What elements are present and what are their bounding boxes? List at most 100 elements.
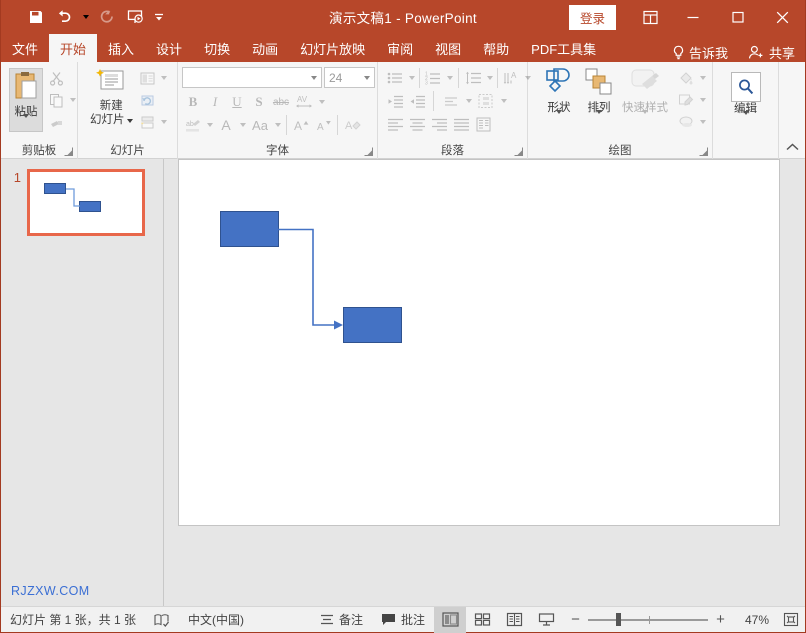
zoom-percentage[interactable]: 47%: [733, 613, 769, 627]
numbering-dropdown-icon[interactable]: [444, 67, 455, 89]
quick-styles-dropdown-icon[interactable]: [642, 114, 648, 127]
grow-font-button[interactable]: A: [290, 114, 312, 136]
copy-icon[interactable]: [45, 89, 67, 111]
new-slide-button[interactable]: 新建 幻灯片: [86, 65, 137, 127]
numbering-button[interactable]: 123: [422, 67, 444, 89]
increase-indent-button[interactable]: [406, 90, 428, 112]
align-right-button[interactable]: [428, 113, 450, 135]
shape-fill-dropdown-icon[interactable]: [697, 67, 708, 89]
customize-qat-icon[interactable]: [150, 4, 168, 30]
tab-view[interactable]: 视图: [424, 34, 472, 62]
font-color-dropdown-icon[interactable]: [237, 114, 248, 136]
format-painter-icon[interactable]: [45, 111, 67, 133]
rectangle-shape-2[interactable]: [343, 307, 402, 343]
text-highlight-button[interactable]: ab: [182, 114, 204, 136]
notes-button[interactable]: 备注: [311, 607, 372, 633]
character-spacing-button[interactable]: AV: [292, 91, 316, 113]
language-status[interactable]: 中文(中国): [179, 607, 253, 633]
text-direction-button[interactable]: A: [500, 67, 522, 89]
tell-me-button[interactable]: 告诉我: [662, 43, 738, 62]
bold-button[interactable]: B: [182, 91, 204, 113]
shape-outline-icon[interactable]: [675, 89, 697, 111]
decrease-indent-button[interactable]: [384, 90, 406, 112]
fit-to-window-button[interactable]: [777, 607, 805, 633]
ribbon-display-options-icon[interactable]: [630, 0, 670, 34]
tab-slideshow[interactable]: 幻灯片放映: [289, 34, 376, 62]
spellcheck-status[interactable]: [145, 607, 179, 633]
elbow-arrow-connector[interactable]: [278, 224, 348, 334]
font-size-dropdown-icon[interactable]: [359, 76, 374, 80]
shape-effects-icon[interactable]: [675, 111, 697, 133]
line-spacing-dropdown-icon[interactable]: [484, 67, 495, 89]
font-name-dropdown-icon[interactable]: [306, 76, 321, 80]
align-text-button[interactable]: [439, 90, 463, 112]
section-dropdown-icon[interactable]: [159, 111, 170, 133]
normal-view-button[interactable]: [434, 607, 466, 633]
convert-smartart-button[interactable]: [474, 90, 498, 112]
underline-button[interactable]: U: [226, 91, 248, 113]
italic-button[interactable]: I: [204, 91, 226, 113]
arrange-dropdown-icon[interactable]: [596, 114, 602, 127]
undo-icon[interactable]: [51, 4, 77, 30]
paste-button[interactable]: 粘贴: [9, 68, 43, 132]
font-size-input[interactable]: 24: [324, 67, 375, 88]
quick-styles-button[interactable]: 快速样式: [618, 65, 672, 127]
new-slide-dropdown-icon[interactable]: [127, 119, 133, 123]
strikethrough-button[interactable]: abc: [270, 91, 292, 113]
shape-outline-dropdown-icon[interactable]: [697, 89, 708, 111]
convert-smartart-dropdown-icon[interactable]: [498, 90, 509, 112]
editing-dropdown-icon[interactable]: [743, 115, 749, 128]
zoom-out-button[interactable]: −: [570, 611, 581, 628]
rectangle-shape-1[interactable]: [220, 211, 279, 247]
save-icon[interactable]: [23, 4, 49, 30]
font-color-button[interactable]: A: [215, 114, 237, 136]
slide-count-status[interactable]: 幻灯片 第 1 张，共 1 张: [1, 607, 145, 633]
redo-icon[interactable]: [94, 4, 120, 30]
zoom-slider-thumb[interactable]: [616, 613, 621, 626]
layout-icon[interactable]: [137, 67, 159, 89]
layout-dropdown-icon[interactable]: [159, 67, 170, 89]
shapes-button[interactable]: 形状: [538, 65, 580, 127]
columns-button[interactable]: [472, 113, 494, 135]
align-text-dropdown-icon[interactable]: [463, 90, 474, 112]
paragraph-dialog-launcher[interactable]: [514, 147, 523, 156]
clear-formatting-button[interactable]: A: [341, 114, 363, 136]
sign-in-button[interactable]: 登录: [569, 5, 616, 30]
minimize-icon[interactable]: [670, 0, 715, 34]
slide-canvas-pane[interactable]: [164, 159, 805, 606]
align-left-button[interactable]: [384, 113, 406, 135]
tab-animations[interactable]: 动画: [241, 34, 289, 62]
section-icon[interactable]: [137, 111, 159, 133]
share-button[interactable]: 共享: [738, 43, 805, 62]
tab-insert[interactable]: 插入: [97, 34, 145, 62]
text-shadow-button[interactable]: S: [248, 91, 270, 113]
slide-thumbnail-1[interactable]: [27, 169, 145, 236]
shrink-font-button[interactable]: A: [312, 114, 334, 136]
change-case-dropdown-icon[interactable]: [272, 114, 283, 136]
text-highlight-dropdown-icon[interactable]: [204, 114, 215, 136]
arrange-button[interactable]: 排列: [580, 65, 618, 127]
tab-review[interactable]: 审阅: [376, 34, 424, 62]
line-spacing-button[interactable]: [462, 67, 484, 89]
undo-dropdown-icon[interactable]: [79, 4, 92, 30]
bullets-dropdown-icon[interactable]: [406, 67, 417, 89]
comments-button[interactable]: 批注: [372, 607, 434, 633]
slide-sorter-view-button[interactable]: [466, 607, 498, 633]
change-case-button[interactable]: Aa: [248, 114, 272, 136]
copy-dropdown-icon[interactable]: [67, 89, 78, 111]
paste-dropdown-icon[interactable]: [23, 118, 29, 131]
align-center-button[interactable]: [406, 113, 428, 135]
maximize-icon[interactable]: [715, 0, 760, 34]
tab-design[interactable]: 设计: [145, 34, 193, 62]
slide-canvas[interactable]: [178, 159, 780, 526]
reading-view-button[interactable]: [498, 607, 530, 633]
shape-fill-icon[interactable]: [675, 67, 697, 89]
shapes-dropdown-icon[interactable]: [556, 114, 562, 127]
zoom-slider[interactable]: [588, 613, 708, 627]
shape-effects-dropdown-icon[interactable]: [697, 111, 708, 133]
character-spacing-dropdown-icon[interactable]: [316, 91, 327, 113]
font-name-input[interactable]: [182, 67, 322, 88]
clipboard-dialog-launcher[interactable]: [64, 147, 73, 156]
close-icon[interactable]: [760, 0, 805, 34]
start-slideshow-icon[interactable]: [122, 4, 148, 30]
